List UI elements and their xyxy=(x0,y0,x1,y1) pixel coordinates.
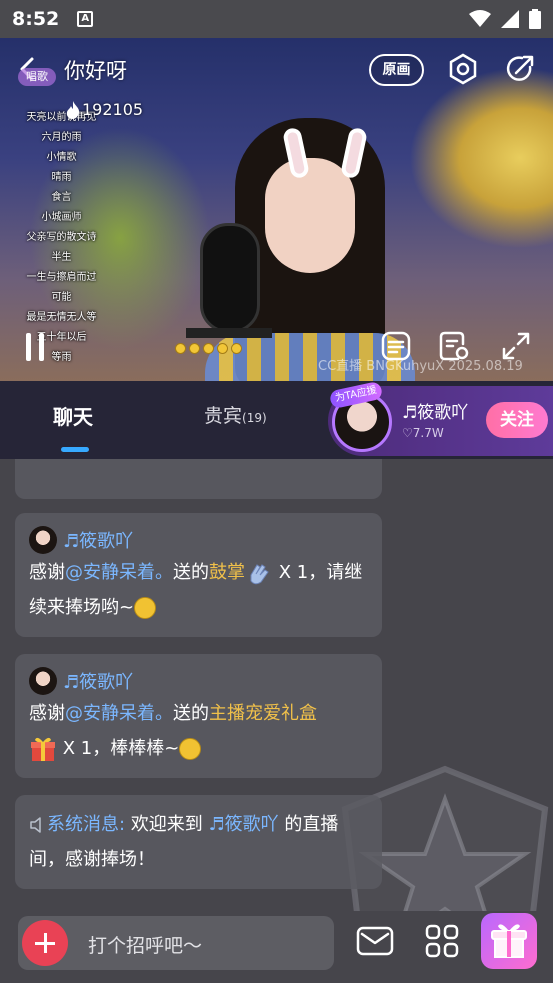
gift-box-icon xyxy=(31,737,55,761)
song-item: 小城画师 xyxy=(41,212,82,223)
message-suffix: X 1，棒棒棒~ xyxy=(57,738,180,759)
viewer-count: 192105 xyxy=(66,100,143,119)
chat-message-text: 感谢@安静呆着。送的主播宠爱礼盒 X 1，棒棒棒~ xyxy=(29,696,368,766)
notification-icon: A xyxy=(77,11,94,27)
chat-message: ♬筱歌吖 感谢@安静呆着。送的鼓掌 X 1，请继续来捧场哟~ xyxy=(15,513,382,637)
status-time: 8:52 xyxy=(12,8,60,30)
avatar[interactable] xyxy=(29,667,57,695)
fullscreen-icon[interactable] xyxy=(500,330,532,362)
song-item: 食言 xyxy=(51,192,72,203)
system-message-anchor[interactable]: ♬筱歌吖 xyxy=(209,814,279,835)
anchor-likes: ♡7.7W xyxy=(402,426,444,440)
chat-message-text: 感谢@安静呆着。送的鼓掌 X 1，请继续来捧场哟~ xyxy=(29,555,368,625)
mail-icon[interactable] xyxy=(356,926,394,956)
chat-message-user[interactable]: ♬筱歌吖 xyxy=(29,525,368,555)
video-top-controls: 唱歌 你好呀 192105 原画 xyxy=(0,38,553,119)
chat-message-previous xyxy=(15,459,382,499)
chat-message-user[interactable]: ♬筱歌吖 xyxy=(29,666,368,696)
pause-icon[interactable] xyxy=(24,333,46,361)
song-item: 六月的雨 xyxy=(41,132,82,143)
song-item: 小情歌 xyxy=(46,152,77,163)
video-bottom-controls xyxy=(0,325,553,375)
tab-chat[interactable]: 聊天 xyxy=(53,401,93,430)
message-prefix: 感谢 xyxy=(29,703,65,724)
chat-input[interactable]: 打个招呼吧～ xyxy=(18,916,334,970)
viewer-count-value: 192105 xyxy=(82,100,144,119)
song-item: 半生 xyxy=(51,252,72,263)
original-quality-button[interactable]: 原画 xyxy=(369,54,424,86)
tab-guests-count: (19) xyxy=(242,411,267,425)
flame-icon xyxy=(66,100,80,119)
chat-username[interactable]: ♬筱歌吖 xyxy=(63,527,133,553)
status-bar: 8:52 A xyxy=(0,0,553,38)
mention-link[interactable]: @安静呆着。 xyxy=(65,703,173,724)
anchor-card[interactable]: 为TA应援 ♬筱歌吖 ♡7.7W 关注 xyxy=(328,380,553,456)
share-icon[interactable] xyxy=(504,53,536,85)
tab-active-indicator xyxy=(61,447,89,452)
add-button[interactable] xyxy=(22,920,68,966)
chat-list[interactable]: ♬筱歌吖 感谢@安静呆着。送的鼓掌 X 1，请继续来捧场哟~ ♬筱歌吖 感谢@安… xyxy=(0,459,553,911)
gift-icon xyxy=(491,924,527,958)
song-item: 一生与擦肩而过 xyxy=(26,272,97,283)
more-apps-icon[interactable] xyxy=(424,923,460,959)
system-message-label: 系统消息: xyxy=(47,814,126,835)
system-message: 系统消息: 欢迎来到 ♬筱歌吖 的直播间，感谢捧场！ xyxy=(15,795,382,889)
wifi-icon xyxy=(469,10,491,27)
danmaku-settings-icon[interactable] xyxy=(438,330,470,362)
battery-icon xyxy=(529,9,541,29)
room-title: 你好呀 xyxy=(64,59,127,83)
clapping-hands-icon xyxy=(250,564,269,585)
smile-emoji-icon xyxy=(134,597,157,619)
gift-name: 鼓掌 xyxy=(209,562,245,583)
microphone-image xyxy=(200,223,260,333)
song-item: 父亲写的散文诗 xyxy=(26,232,97,243)
anchor-name: ♬筱歌吖 xyxy=(402,403,469,423)
song-item: 晴雨 xyxy=(51,172,72,183)
gift-button[interactable] xyxy=(481,913,537,969)
signal-icon xyxy=(501,10,519,28)
room-category-tag: 唱歌 xyxy=(18,68,56,86)
tab-guests[interactable]: 贵宾(19) xyxy=(204,401,267,428)
settings-icon[interactable] xyxy=(447,53,479,85)
mention-link[interactable]: @安静呆着。 xyxy=(65,562,173,583)
speaker-icon xyxy=(30,817,41,833)
tab-guests-label: 贵宾 xyxy=(204,405,243,427)
grin-emoji-icon xyxy=(179,738,202,760)
danmaku-icon[interactable] xyxy=(380,330,412,362)
gift-name: 主播宠爱礼盒 xyxy=(209,703,317,724)
message-mid: 送的 xyxy=(173,562,209,583)
chat-username[interactable]: ♬筱歌吖 xyxy=(63,668,133,694)
status-indicators xyxy=(469,9,541,29)
follow-button[interactable]: 关注 xyxy=(486,402,548,438)
chat-message: ♬筱歌吖 感谢@安静呆着。送的主播宠爱礼盒 X 1，棒棒棒~ xyxy=(15,654,382,778)
message-mid: 送的 xyxy=(173,703,209,724)
system-message-text: 系统消息: 欢迎来到 ♬筱歌吖 的直播间，感谢捧场！ xyxy=(29,807,368,877)
song-item: 最是无情无人等 xyxy=(26,312,97,323)
bottom-bar: 打个招呼吧～ xyxy=(0,911,553,983)
song-item: 可能 xyxy=(51,292,72,303)
system-message-before: 欢迎来到 xyxy=(130,814,203,835)
message-prefix: 感谢 xyxy=(29,562,65,583)
chat-input-placeholder: 打个招呼吧～ xyxy=(88,935,203,957)
avatar[interactable] xyxy=(29,526,57,554)
